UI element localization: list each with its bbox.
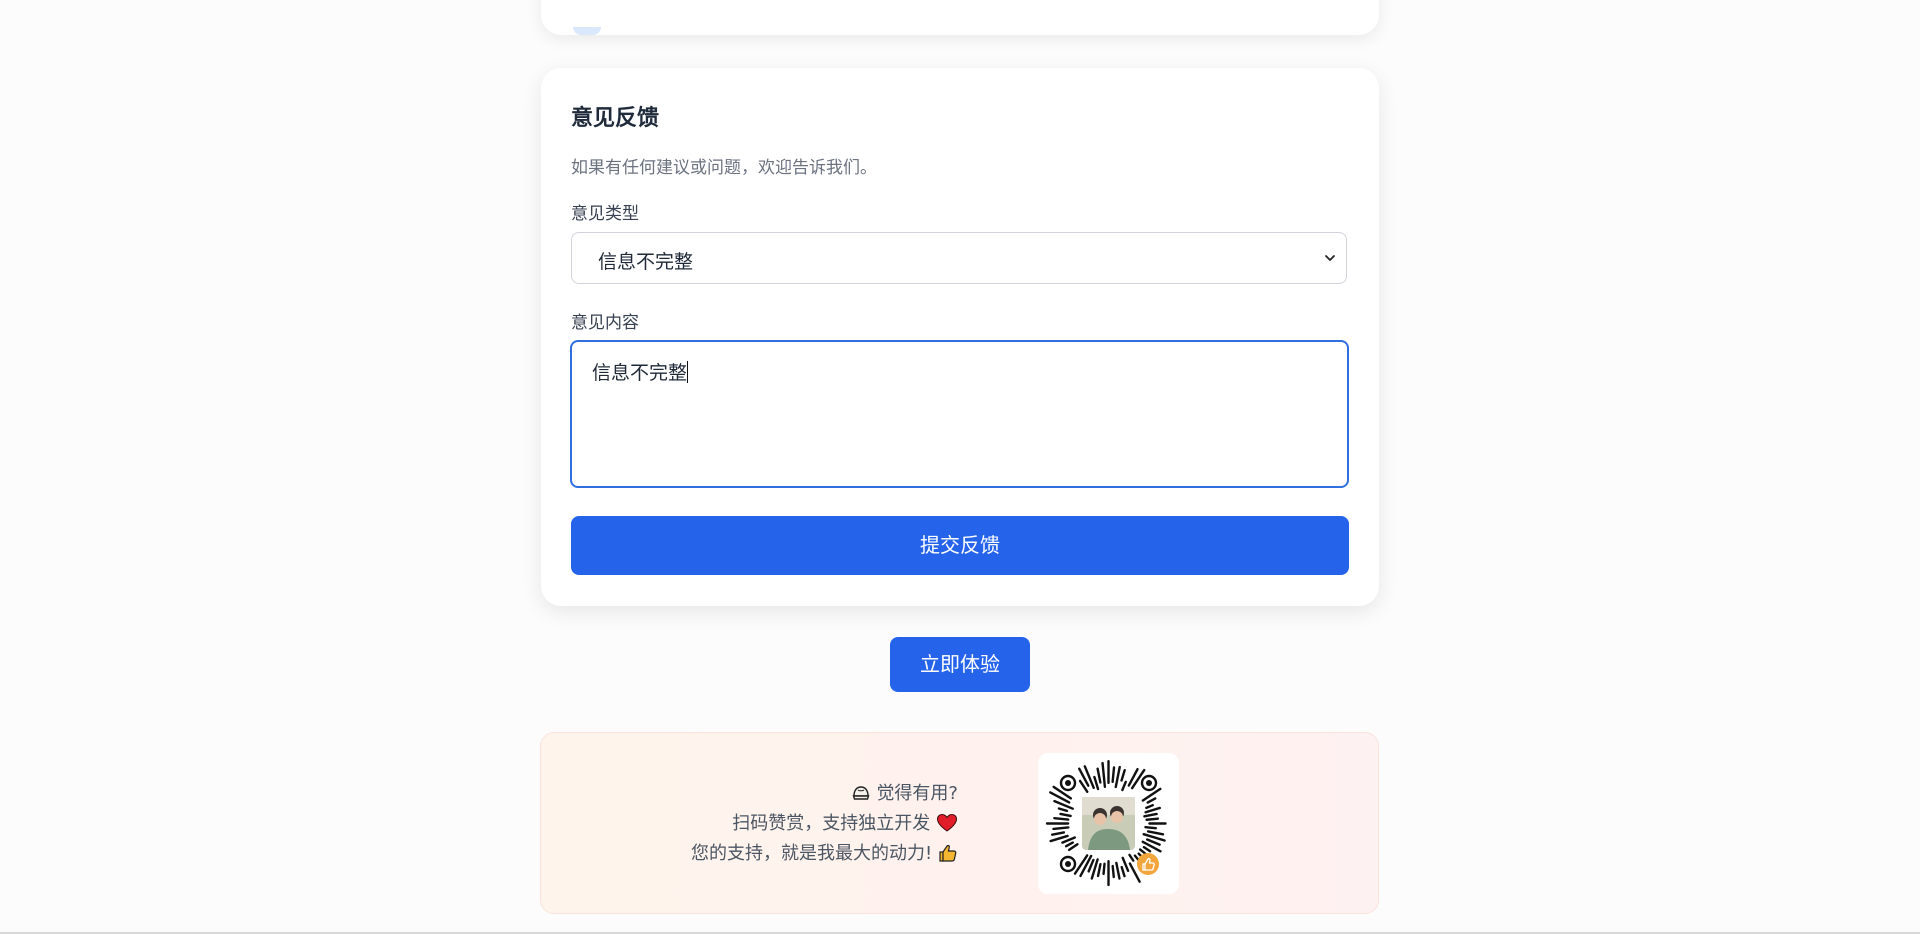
page: 意见反馈 如果有任何建议或问题，欢迎告诉我们。 意见类型 信息不完整 意见内容 … [0, 0, 1920, 934]
qr-center-photo [1082, 797, 1135, 850]
text-caret [687, 361, 689, 383]
feedback-content-value: 信息不完整 [592, 361, 689, 384]
feedback-card: 意见反馈 如果有任何建议或问题，欢迎告诉我们。 意见类型 信息不完整 意见内容 … [541, 68, 1379, 606]
donate-qr-code [1038, 753, 1179, 894]
feedback-description: 如果有任何建议或问题，欢迎告诉我们。 [571, 158, 877, 178]
donate-text: 觉得有用? 扫码赞赏，支持独立开发 您的支持，就是我最大的动力! [691, 779, 958, 869]
donate-line-3: 您的支持，就是我最大的动力! [691, 839, 958, 869]
qr-code-image [1045, 760, 1167, 887]
feedback-type-value: 信息不完整 [598, 251, 694, 273]
donate-line-1: 觉得有用? [691, 779, 958, 809]
chevron-down-icon [1325, 255, 1335, 261]
donate-line-1-text: 觉得有用? [876, 783, 958, 804]
donate-line-2: 扫码赞赏，支持独立开发 [691, 809, 958, 839]
thumbs-up-icon [939, 844, 957, 862]
feedback-title: 意见反馈 [571, 106, 660, 131]
donate-line-2-text: 扫码赞赏，支持独立开发 [732, 813, 931, 834]
donate-card: 觉得有用? 扫码赞赏，支持独立开发 您的支持，就是我最大的动力! [540, 732, 1379, 914]
try-now-button[interactable]: 立即体验 [890, 637, 1030, 692]
like-badge-icon [1137, 853, 1159, 875]
submit-feedback-button[interactable]: 提交反馈 [571, 516, 1349, 575]
feedback-type-select[interactable]: 信息不完整 [571, 232, 1347, 284]
avatar [573, 27, 601, 35]
heart-icon [936, 813, 958, 832]
feedback-content-label: 意见内容 [571, 313, 639, 333]
previous-card [541, 0, 1379, 35]
donate-line-3-text: 您的支持，就是我最大的动力! [691, 843, 933, 864]
feedback-content-textarea[interactable]: 信息不完整 [570, 340, 1349, 488]
feedback-type-label: 意见类型 [571, 204, 639, 224]
bun-icon [852, 786, 870, 800]
